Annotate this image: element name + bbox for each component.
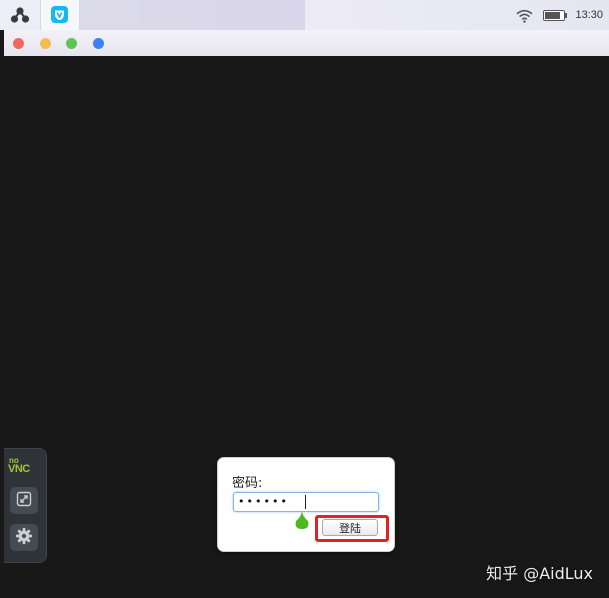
fullscreen-icon	[16, 491, 32, 511]
watermark: 知乎 @AidLux	[486, 564, 593, 583]
touch-pointer-icon	[294, 510, 310, 530]
novnc-logo-vnc: VNC	[8, 463, 30, 475]
system-top-bar: 13:30	[0, 0, 609, 30]
maximize-window-button[interactable]	[66, 38, 77, 49]
launcher-icon[interactable]	[10, 6, 30, 24]
settings-button[interactable]	[10, 524, 38, 551]
app-tab-icon	[51, 6, 68, 23]
login-button[interactable]: 登陆	[322, 519, 378, 536]
status-area: 13:30	[516, 6, 603, 24]
password-label: 密码:	[232, 476, 263, 491]
password-dialog: 密码: •••••• 登陆	[218, 458, 394, 551]
password-value: ••••••	[238, 495, 289, 508]
wifi-icon	[516, 8, 533, 23]
text-cursor	[305, 495, 306, 509]
battery-icon	[543, 9, 568, 21]
novnc-logo: no VNC	[8, 456, 40, 478]
tab-strip	[80, 0, 305, 30]
novnc-control-panel: no VNC	[4, 448, 47, 563]
battery-level	[545, 11, 560, 19]
gear-icon	[15, 527, 33, 549]
clock: 13:30	[575, 9, 603, 21]
window-title-bar	[4, 30, 609, 56]
battery-tip	[565, 12, 568, 18]
close-window-button[interactable]	[13, 38, 24, 49]
app-tab[interactable]	[40, 0, 80, 30]
screen: 13:30 no VNC 密码: •••••• 登陆 知乎 @AidLux	[0, 0, 609, 598]
password-input[interactable]: ••••••	[233, 492, 379, 512]
minimize-window-button[interactable]	[40, 38, 51, 49]
fullscreen-button[interactable]	[10, 487, 38, 514]
window-option-button[interactable]	[93, 38, 104, 49]
